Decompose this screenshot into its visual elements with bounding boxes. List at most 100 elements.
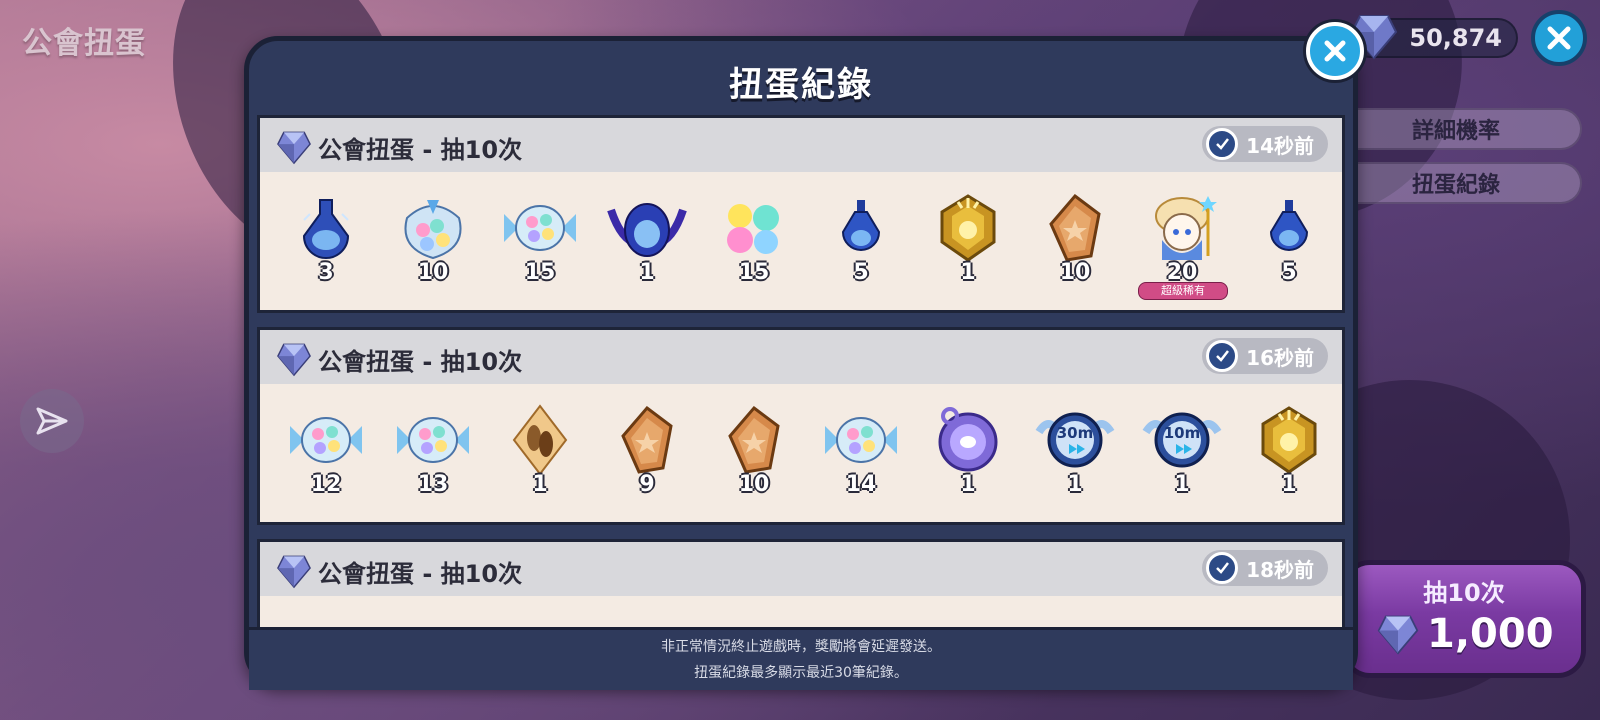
reward-quantity: 1	[532, 472, 548, 497]
footer-notice-delay: 非正常情況終止遊戲時，獎勵將會延遲發送。	[661, 639, 941, 655]
entry-title: 公會扭蛋 - 抽10次	[318, 560, 523, 588]
entry-items: 3 10 15 1 15 5 1 10 20 超級稀有 5	[278, 186, 1324, 300]
reward-item[interactable]: 30m 1	[1027, 398, 1123, 508]
small-blue-potion-icon	[841, 200, 881, 251]
pull-cost: 1,000	[1377, 611, 1554, 657]
wrapped-candy-icon	[825, 417, 897, 463]
pull-10-button[interactable]: 抽10次 1,000	[1342, 560, 1586, 678]
winged-dark-potion-icon	[607, 203, 687, 257]
reward-quantity: 1	[1281, 472, 1297, 497]
history-entry: 公會扭蛋 - 抽10次 18秒前	[257, 539, 1345, 631]
gold-emblem-icon	[940, 194, 996, 262]
entry-timestamp: 18秒前	[1202, 550, 1328, 586]
rarity-badge: 超級稀有	[1138, 282, 1228, 300]
gem-icon	[276, 128, 312, 170]
wrapped-candy-icon	[290, 417, 362, 463]
reward-quantity: 1	[1067, 472, 1083, 497]
reward-item[interactable]: 1	[920, 398, 1016, 508]
reward-item[interactable]: 5	[813, 186, 909, 296]
history-list[interactable]: 公會扭蛋 - 抽10次 14秒前 3 10 15 1 15 5 1 10 20 超級稀有 5 公會扭蛋 -…	[257, 115, 1345, 631]
close-icon	[1547, 26, 1571, 50]
reward-quantity: 14	[845, 472, 877, 497]
reward-item[interactable]: 10	[706, 398, 802, 508]
reward-item[interactable]: 5	[1241, 186, 1337, 296]
reward-quantity: 1	[960, 472, 976, 497]
gacha-history-label: 扭蛋紀錄	[1411, 173, 1500, 198]
gold-emblem-icon	[1261, 406, 1317, 474]
entry-timestamp: 16秒前	[1202, 338, 1328, 374]
reward-item[interactable]: 20 超級稀有	[1134, 186, 1230, 300]
entry-header: 公會扭蛋 - 抽10次 14秒前	[260, 118, 1342, 172]
footer-notice-limit: 扭蛋紀錄最多顯示最近30筆紀錄。	[694, 665, 908, 681]
cookie-tile-icon	[728, 405, 780, 474]
modal-close-button[interactable]	[1306, 22, 1364, 80]
purple-pocket-watch-icon	[938, 407, 998, 472]
reward-quantity: 13	[417, 472, 449, 497]
reward-speedup-label: 30m	[1056, 424, 1094, 442]
reward-quantity: 15	[524, 260, 556, 285]
reward-quantity: 10	[417, 260, 449, 285]
cookie-character-icon	[1155, 196, 1217, 260]
cookie-tile-icon	[1049, 193, 1101, 262]
reward-item[interactable]: 1	[492, 398, 588, 508]
close-icon	[1324, 40, 1346, 62]
reward-item[interactable]: 1	[1241, 398, 1337, 508]
entry-header: 公會扭蛋 - 抽10次 16秒前	[260, 330, 1342, 384]
reward-quantity: 1	[1174, 472, 1190, 497]
modal-title: 扭蛋紀錄	[729, 65, 873, 105]
entry-time-label: 16秒前	[1246, 345, 1314, 370]
history-entry: 公會扭蛋 - 抽10次 16秒前 12 13 1 9 10 14 1 30m 1 10m 1 1	[257, 327, 1345, 525]
small-blue-potion-icon	[1269, 200, 1309, 251]
seed-tile-icon	[512, 404, 568, 476]
wrapped-candy-icon	[504, 205, 576, 251]
gem-icon	[276, 340, 312, 382]
share-button[interactable]	[20, 389, 84, 453]
reward-item[interactable]: 15	[492, 186, 588, 296]
reward-item[interactable]: 10m 1	[1134, 398, 1230, 508]
entry-title: 公會扭蛋 - 抽10次	[318, 136, 523, 164]
exit-button[interactable]	[1531, 10, 1587, 66]
entry-time-label: 14秒前	[1246, 133, 1314, 158]
reward-quantity: 9	[639, 472, 655, 497]
reward-item[interactable]: 1	[920, 186, 1016, 296]
reward-quantity: 15	[738, 260, 770, 285]
reward-item[interactable]: 13	[385, 398, 481, 508]
reward-item[interactable]: 14	[813, 398, 909, 508]
modal-footer: 非正常情況終止遊戲時，獎勵將會延遲發送。 扭蛋紀錄最多顯示最近30筆紀錄。	[249, 627, 1353, 690]
detailed-rates-button[interactable]: 詳細機率	[1330, 108, 1582, 150]
reward-quantity: 1	[639, 260, 655, 285]
star-candy-cluster-icon	[727, 204, 779, 254]
reward-item[interactable]: 3	[278, 186, 374, 296]
entry-time-label: 18秒前	[1246, 557, 1314, 582]
wrapped-candy-icon	[397, 417, 469, 463]
entry-timestamp: 14秒前	[1202, 126, 1328, 162]
reward-item[interactable]: 10	[1027, 186, 1123, 296]
reward-quantity: 10	[738, 472, 770, 497]
reward-quantity: 3	[318, 260, 334, 285]
reward-item[interactable]: 9	[599, 398, 695, 508]
reward-item[interactable]: 12	[278, 398, 374, 508]
entry-items: 12 13 1 9 10 14 1 30m 1 10m 1 1	[278, 398, 1324, 508]
reward-item[interactable]: 1	[599, 186, 695, 296]
gacha-history-button[interactable]: 扭蛋紀錄	[1330, 162, 1582, 204]
candy-bag-icon	[404, 200, 462, 260]
reward-item[interactable]: 10	[385, 186, 481, 296]
clock-icon	[1206, 128, 1239, 160]
history-entry: 公會扭蛋 - 抽10次 14秒前 3 10 15 1 15 5 1 10 20 超級稀有 5	[257, 115, 1345, 313]
reward-speedup-label: 10m	[1163, 424, 1201, 442]
gem-icon	[276, 552, 312, 594]
gem-icon	[1377, 615, 1419, 655]
clock-icon	[1206, 340, 1239, 372]
entry-header: 公會扭蛋 - 抽10次 18秒前	[260, 542, 1342, 596]
reward-quantity: 10	[1059, 260, 1091, 285]
clock-icon	[1206, 552, 1239, 584]
reward-item[interactable]: 15	[706, 186, 802, 296]
currency-amount: 50,874	[1409, 24, 1502, 52]
reward-quantity: 12	[310, 472, 342, 497]
cookie-tile-icon	[621, 405, 673, 474]
page-title: 公會扭蛋	[22, 26, 146, 61]
pull-10-label: 抽10次	[1423, 579, 1505, 607]
reward-quantity: 5	[1281, 260, 1297, 285]
reward-quantity: 5	[853, 260, 869, 285]
blue-potion-flask-icon	[302, 199, 350, 259]
